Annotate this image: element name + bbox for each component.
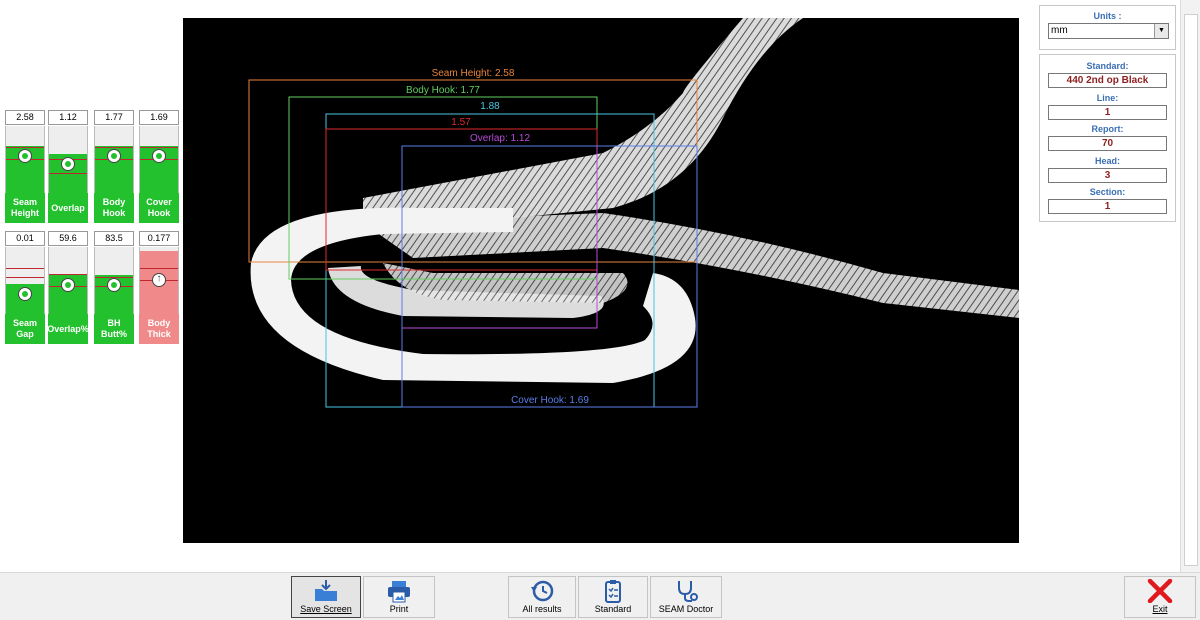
- print-button[interactable]: Print: [363, 576, 435, 618]
- cover-hook-overlay-label: Cover Hook: 1.69: [511, 395, 589, 406]
- gauge-label: Body Hook: [94, 193, 134, 223]
- head-field: 3: [1048, 168, 1167, 183]
- bottom-toolbar: Save Screen Print All results Standard S…: [0, 572, 1200, 620]
- gauge-limit-line: [49, 273, 87, 275]
- gauge-bh-butt[interactable]: 83.5 BH Butt%: [94, 231, 134, 344]
- body-hook-overlay-label: Body Hook: 1.77: [406, 85, 480, 96]
- units-panel: Units : mm ▼: [1039, 5, 1176, 50]
- scrollbar-thumb[interactable]: [1184, 14, 1198, 566]
- save-screen-label: Save Screen: [300, 604, 352, 614]
- line-caption: Line:: [1096, 93, 1119, 103]
- stethoscope-icon: [678, 581, 698, 602]
- gauge-label: Cover Hook: [139, 193, 179, 223]
- gauge-limit-line: [6, 267, 44, 269]
- gauge-indicator-icon: [18, 286, 32, 301]
- red-x-icon: [1147, 579, 1173, 603]
- standard-label: Standard: [594, 604, 632, 614]
- save-screen-button[interactable]: Save Screen: [291, 576, 361, 618]
- gauge-value: 1.69: [139, 110, 179, 125]
- gauge-bar: [94, 247, 134, 314]
- gauge-label: Overlap%: [47, 314, 89, 344]
- units-selected-value: mm: [1051, 25, 1068, 36]
- gauge-label: Body Thick: [139, 314, 179, 344]
- print-label: Print: [389, 604, 409, 614]
- gauge-value: 1.12: [48, 110, 88, 125]
- info-panel: Standard: 440 2nd op Black Line: 1 Repor…: [1039, 54, 1176, 222]
- section-caption: Section:: [1089, 187, 1126, 197]
- gauge-cover-hook[interactable]: 1.69 Cover Hook: [139, 110, 179, 223]
- gauge-limit-line: [140, 146, 178, 148]
- gauge-overlap[interactable]: 59.6 Overlap%: [47, 231, 89, 344]
- gauge-limit-line: [49, 172, 87, 174]
- gauge-value: 0.01: [5, 231, 45, 246]
- gauge-bar: [5, 126, 45, 193]
- gauge-value: 0.177: [139, 231, 179, 246]
- gauge-body-hook[interactable]: 1.77 Body Hook: [94, 110, 134, 223]
- gauge-label: Seam Height: [5, 193, 45, 223]
- gauge-value: 2.58: [5, 110, 45, 125]
- all-results-label: All results: [522, 604, 562, 614]
- gauge-bar: ↑: [139, 247, 179, 314]
- gauge-indicator-icon: [107, 149, 121, 164]
- history-clock-icon: [531, 580, 554, 602]
- overlap-overlay-label: Overlap: 1.12: [470, 133, 530, 144]
- line-field: 1: [1048, 105, 1167, 120]
- gauge-value: 83.5: [94, 231, 134, 246]
- gauge-limit-line: [6, 146, 44, 148]
- seam-doctor-button[interactable]: SEAM Doctor: [650, 576, 722, 618]
- gauge-limit-line: [95, 146, 133, 148]
- gauge-label: BH Butt%: [94, 314, 134, 344]
- arrow-up-icon: ↑: [152, 273, 166, 288]
- gauge-bar: [48, 247, 88, 314]
- save-folder-icon: [315, 580, 337, 601]
- gauge-indicator-icon: [18, 149, 32, 164]
- exit-button[interactable]: Exit: [1124, 576, 1196, 618]
- seam-cross-section-image: Seam Height: 2.58 Body Hook: 1.77 1.88 1…: [248, 18, 1019, 408]
- gauge-bar: [94, 126, 134, 193]
- standard-caption: Standard:: [1086, 61, 1129, 71]
- gauge-seam-gap[interactable]: 0.01 Seam Gap: [5, 231, 45, 344]
- report-caption: Report:: [1091, 124, 1124, 134]
- clipboard-checklist-icon: [605, 580, 621, 603]
- gauge-body-thick[interactable]: 0.177 ↑ Body Thick: [139, 231, 179, 344]
- blue-overlay-label: 1.88: [480, 101, 500, 112]
- units-dropdown[interactable]: mm ▼: [1048, 23, 1169, 39]
- printer-icon: [388, 581, 410, 603]
- gauge-value: 59.6: [48, 231, 88, 246]
- all-results-button[interactable]: All results: [508, 576, 576, 618]
- units-caption: Units :: [1093, 11, 1122, 21]
- gauge-overlap[interactable]: 1.12 Overlap: [48, 110, 88, 223]
- gauge-label: Seam Gap: [5, 314, 45, 344]
- gauge-limit-line: [6, 277, 44, 279]
- chevron-down-icon[interactable]: ▼: [1154, 24, 1168, 38]
- gauge-bar: [139, 126, 179, 193]
- exit-label: Exit: [1152, 604, 1168, 614]
- gauge-indicator-icon: [152, 149, 166, 164]
- gauge-bar: [48, 126, 88, 193]
- standard-button[interactable]: Standard: [578, 576, 648, 618]
- gauge-bar: [5, 247, 45, 314]
- gauge-limit-line: [140, 267, 178, 269]
- gauge-label: Overlap: [48, 193, 88, 223]
- seam-doctor-label: SEAM Doctor: [658, 604, 714, 614]
- head-caption: Head:: [1094, 156, 1120, 166]
- red-overlay-label: 1.57: [451, 117, 471, 128]
- gauge-seam-height[interactable]: 2.58 Seam Height: [5, 110, 45, 223]
- seam-image-viewer[interactable]: Seam Height: 2.58 Body Hook: 1.77 1.88 1…: [183, 18, 1019, 543]
- section-field: 1: [1048, 199, 1167, 214]
- seam-height-overlay-label: Seam Height: 2.58: [432, 68, 515, 79]
- vertical-scrollbar[interactable]: [1180, 0, 1200, 572]
- report-field: 70: [1048, 136, 1167, 151]
- standard-field: 440 2nd op Black: [1048, 73, 1167, 88]
- gauge-value: 1.77: [94, 110, 134, 125]
